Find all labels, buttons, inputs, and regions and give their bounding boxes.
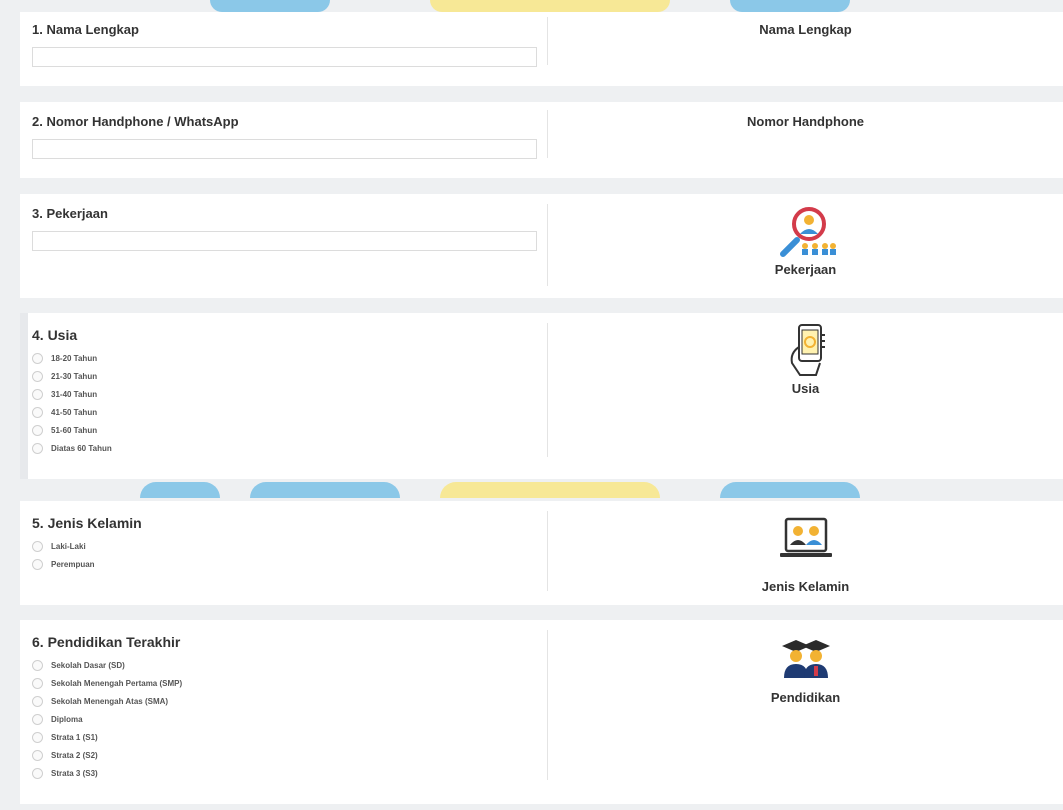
radio-option[interactable]: Sekolah Menengah Pertama (SMP) (32, 674, 537, 692)
nomor-handphone-input[interactable] (32, 139, 537, 159)
section-banner-strip (0, 482, 1063, 498)
radio-label: 18-20 Tahun (51, 353, 98, 363)
radio-button[interactable] (32, 659, 43, 671)
radio-option[interactable]: 18-20 Tahun (32, 349, 537, 367)
usia-radio-group: 18-20 Tahun 21-30 Tahun 31-40 Tahun 41-5… (32, 349, 537, 457)
side-label: Nama Lengkap (759, 22, 852, 37)
radio-button[interactable] (32, 424, 43, 436)
question-card-nama: 1. Nama Lengkap Nama Lengkap (20, 12, 1063, 86)
radio-label: Strata 2 (S2) (51, 750, 98, 760)
radio-option[interactable]: 41-50 Tahun (32, 403, 537, 421)
radio-button[interactable] (32, 695, 43, 707)
question-card-handphone: 2. Nomor Handphone / WhatsApp Nomor Hand… (20, 102, 1063, 178)
question-card-pekerjaan: 3. Pekerjaan Pekerjaan (20, 194, 1063, 298)
radio-option[interactable]: 21-30 Tahun (32, 367, 537, 385)
radio-option[interactable]: 31-40 Tahun (32, 385, 537, 403)
radio-option[interactable]: Strata 3 (S3) (32, 764, 537, 782)
job-search-icon (779, 207, 836, 257)
radio-button[interactable] (32, 442, 43, 454)
pendidikan-radio-group: Sekolah Dasar (SD) Sekolah Menengah Pert… (32, 656, 537, 782)
radio-button[interactable] (32, 731, 43, 743)
radio-label: Sekolah Menengah Pertama (SMP) (51, 678, 183, 688)
side-label: Jenis Kelamin (761, 579, 850, 594)
question-title: 3. Pekerjaan (32, 206, 108, 221)
radio-option[interactable]: Diploma (32, 710, 537, 728)
radio-button[interactable] (32, 388, 43, 400)
radio-button[interactable] (32, 713, 43, 725)
radio-label: 21-30 Tahun (51, 371, 98, 381)
pekerjaan-input[interactable] (32, 231, 537, 251)
radio-option[interactable]: 51-60 Tahun (32, 421, 537, 439)
graduates-icon (781, 640, 830, 678)
question-title: 6. Pendidikan Terakhir (32, 634, 181, 650)
radio-option[interactable]: Perempuan (32, 555, 537, 573)
radio-label: 31-40 Tahun (51, 389, 98, 399)
question-title: 1. Nama Lengkap (32, 22, 139, 37)
radio-button[interactable] (32, 370, 43, 382)
question-title: 2. Nomor Handphone / WhatsApp (32, 114, 239, 129)
radio-button[interactable] (32, 406, 43, 418)
radio-label: Strata 3 (S3) (51, 768, 98, 778)
side-label: Pendidikan (770, 690, 841, 705)
radio-label: Perempuan (51, 559, 95, 569)
side-label: Usia (791, 381, 820, 396)
question-title: 4. Usia (32, 327, 78, 343)
question-title: 5. Jenis Kelamin (32, 515, 142, 531)
card-left-strip (20, 313, 28, 479)
radio-button[interactable] (32, 677, 43, 689)
side-label: Pekerjaan (774, 262, 837, 277)
jenis-kelamin-radio-group: Laki-Laki Perempuan (32, 537, 537, 573)
radio-label: Diploma (51, 714, 83, 724)
radio-label: Diatas 60 Tahun (51, 443, 112, 453)
header-banner-strip (0, 0, 1063, 12)
radio-button[interactable] (32, 558, 43, 570)
radio-button[interactable] (32, 352, 43, 364)
laptop-people-icon (779, 517, 832, 557)
question-card-jenis-kelamin: 5. Jenis Kelamin Laki-Laki Perempuan Jen… (20, 501, 1063, 605)
radio-button[interactable] (32, 767, 43, 779)
radio-option[interactable]: Laki-Laki (32, 537, 537, 555)
radio-option[interactable]: Sekolah Dasar (SD) (32, 656, 537, 674)
radio-label: Strata 1 (S1) (51, 732, 98, 742)
radio-option[interactable]: Diatas 60 Tahun (32, 439, 537, 457)
radio-button[interactable] (32, 540, 43, 552)
radio-button[interactable] (32, 749, 43, 761)
nama-lengkap-input[interactable] (32, 47, 537, 67)
phone-hand-icon (790, 324, 825, 376)
radio-option[interactable]: Strata 1 (S1) (32, 728, 537, 746)
radio-label: Sekolah Dasar (SD) (51, 660, 125, 670)
radio-label: 51-60 Tahun (51, 425, 98, 435)
question-card-usia: 4. Usia 18-20 Tahun 21-30 Tahun 31-40 Ta… (20, 313, 1063, 479)
radio-label: 41-50 Tahun (51, 407, 98, 417)
side-label: Nomor Handphone (747, 114, 864, 129)
radio-option[interactable]: Sekolah Menengah Atas (SMA) (32, 692, 537, 710)
radio-option[interactable]: Strata 2 (S2) (32, 746, 537, 764)
radio-label: Sekolah Menengah Atas (SMA) (51, 696, 169, 706)
radio-label: Laki-Laki (51, 541, 86, 551)
question-card-pendidikan: 6. Pendidikan Terakhir Sekolah Dasar (SD… (20, 620, 1063, 804)
